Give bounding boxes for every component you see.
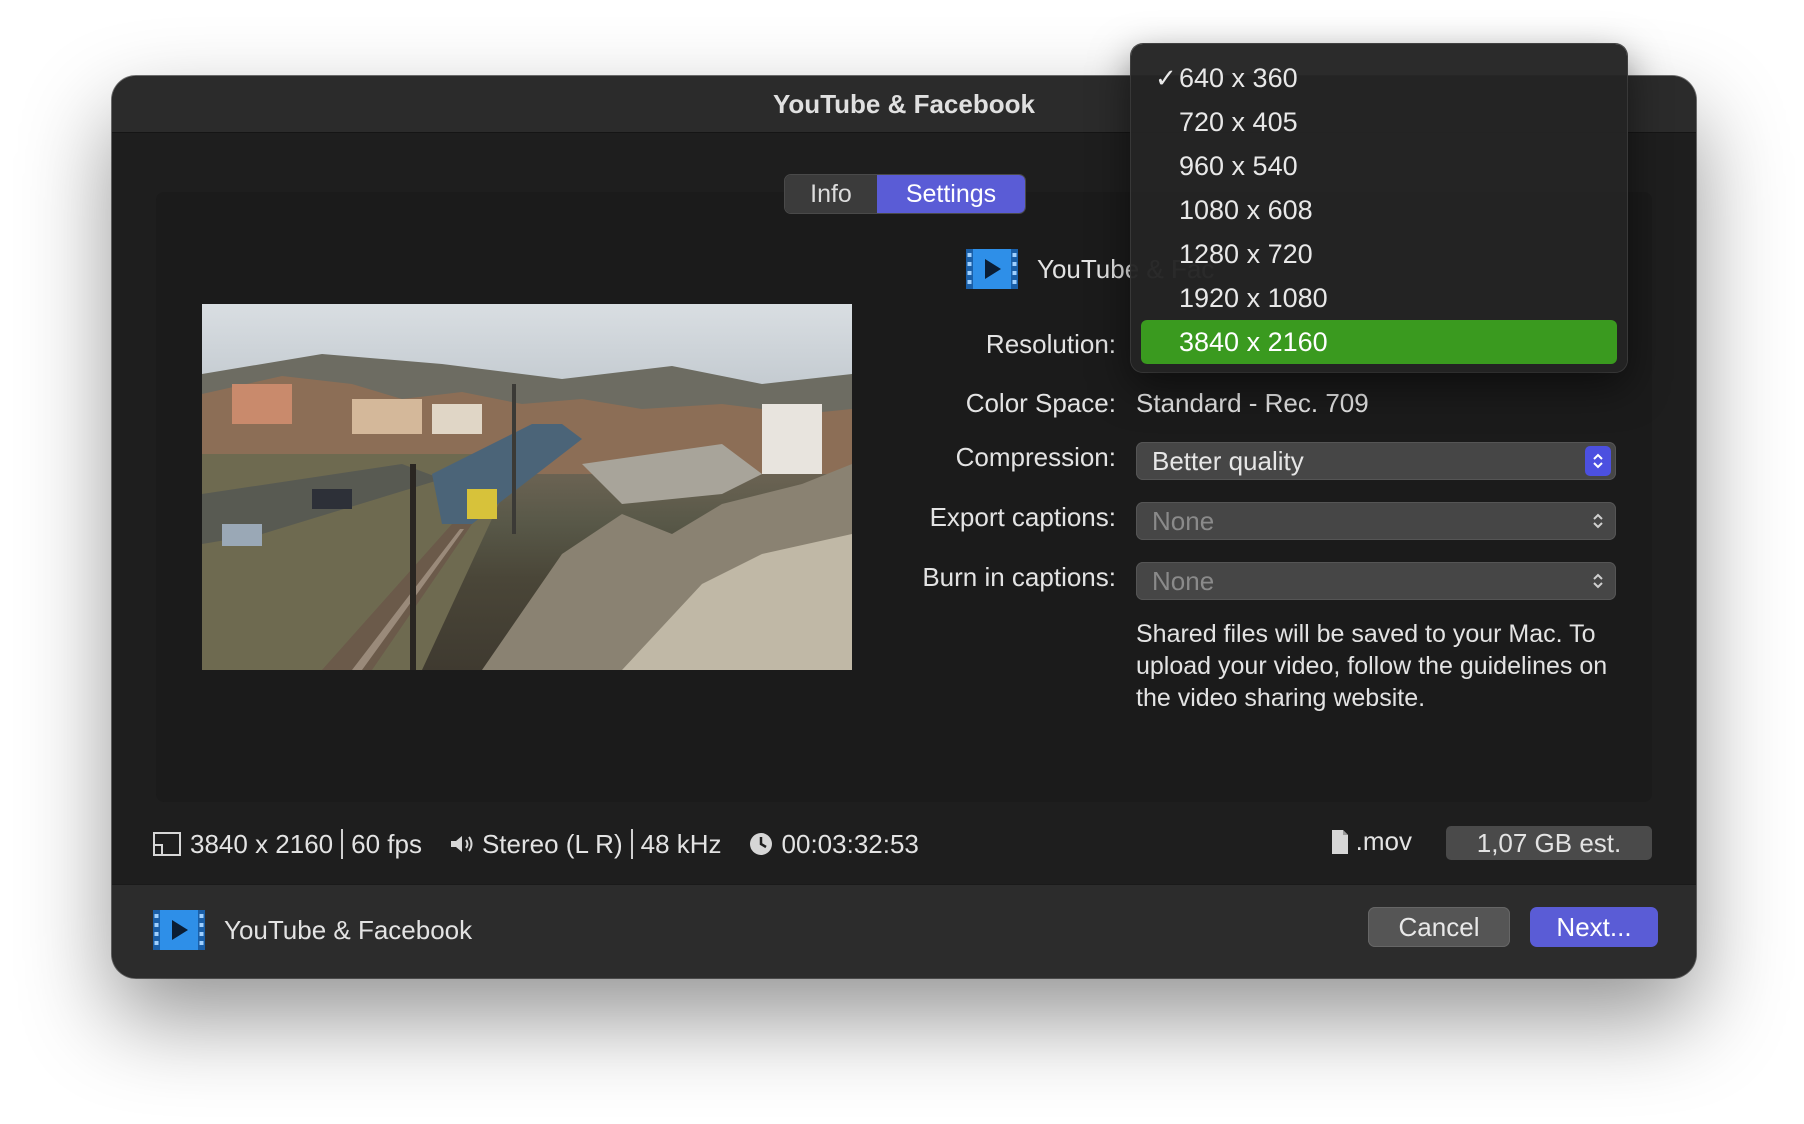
status-file-type: .mov	[1355, 826, 1412, 856]
tab-settings[interactable]: Settings	[877, 175, 1025, 213]
burn-captions-value: None	[1152, 565, 1215, 596]
speaker-icon	[450, 836, 473, 852]
video-play-icon	[966, 249, 1018, 289]
menu-item-1920x1080[interactable]: 1920 x 1080	[1141, 276, 1617, 320]
audio-info: Stereo (L R) 48 kHz	[448, 829, 722, 860]
divider	[341, 829, 344, 859]
export-captions-label: Export captions:	[929, 502, 1116, 532]
burn-captions-label: Burn in captions:	[922, 562, 1116, 592]
burn-captions-popup[interactable]: None	[1136, 562, 1616, 600]
menu-item-1080x608[interactable]: 1080 x 608	[1141, 188, 1617, 232]
divider	[630, 829, 633, 859]
checkmark-icon: ✓	[1155, 63, 1177, 93]
color-space-label: Color Space:	[965, 388, 1116, 418]
status-sample-rate: 48 kHz	[640, 828, 722, 859]
bottom-bar: YouTube & Facebook Cancel Next...	[112, 884, 1696, 978]
tab-control: Info Settings	[784, 174, 1026, 214]
duration-info: 00:03:32:53	[748, 829, 919, 860]
up-down-chevron-icon	[1585, 566, 1611, 596]
size-estimate-badge: 1,07 GB est.	[1446, 826, 1652, 860]
resolution-info: 3840 x 2160 60 fps	[152, 829, 422, 860]
resolution-label: Resolution:	[985, 329, 1116, 359]
bottom-preset-label: YouTube & Facebook	[224, 915, 473, 945]
video-preview-thumbnail	[202, 304, 852, 670]
clock-icon	[749, 833, 772, 855]
next-button[interactable]: Next...	[1530, 907, 1658, 947]
compression-label: Compression:	[955, 442, 1116, 472]
status-audio: Stereo (L R)	[481, 828, 623, 859]
frame-size-icon	[153, 832, 181, 856]
tab-info[interactable]: Info	[785, 175, 877, 213]
cancel-button[interactable]: Cancel	[1368, 907, 1510, 947]
menu-item-640x360[interactable]: ✓ 640 x 360	[1141, 56, 1617, 100]
up-down-chevron-icon	[1585, 446, 1611, 476]
resolution-dropdown-menu: ✓ 640 x 360 720 x 405 960 x 540 1080 x 6…	[1131, 44, 1627, 372]
status-resolution: 3840 x 2160	[190, 828, 334, 859]
menu-item-960x540[interactable]: 960 x 540	[1141, 144, 1617, 188]
preview-image	[202, 304, 852, 670]
window-title: YouTube & Facebook	[773, 88, 1035, 119]
file-type-info: .mov	[1330, 826, 1412, 857]
menu-item-720x405[interactable]: 720 x 405	[1141, 100, 1617, 144]
video-play-icon	[153, 910, 205, 950]
export-captions-value: None	[1152, 505, 1215, 536]
export-captions-popup[interactable]: None	[1136, 502, 1616, 540]
menu-item-3840x2160[interactable]: 3840 x 2160	[1141, 320, 1617, 364]
compression-value: Better quality	[1152, 445, 1304, 476]
status-bar: 3840 x 2160 60 fps Stereo (L R) 48 kHz 0…	[152, 822, 1652, 866]
color-space-value: Standard - Rec. 709	[1136, 388, 1369, 418]
up-down-chevron-icon	[1585, 506, 1611, 536]
document-icon	[1331, 829, 1348, 854]
compression-popup[interactable]: Better quality	[1136, 442, 1616, 480]
sharing-note: Shared files will be saved to your Mac. …	[1136, 620, 1608, 712]
status-fps: 60 fps	[351, 828, 422, 859]
status-duration: 00:03:32:53	[781, 828, 919, 859]
menu-item-1280x720[interactable]: 1280 x 720	[1141, 232, 1617, 276]
